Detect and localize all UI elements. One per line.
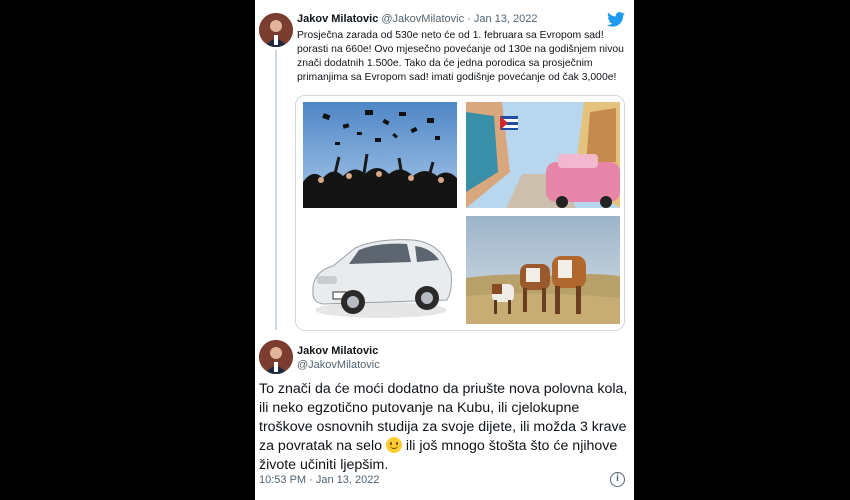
white-car-photo[interactable] [303,216,457,324]
author-name[interactable]: Jakov Milatovic [297,345,378,357]
tweet-text: Prosječna zarada od 530e neto će od 1. f… [297,30,624,83]
graduation-photo[interactable] [303,102,457,208]
tweet-header: Jakov Milatovic @JakovMilatovic · Jan 13… [297,13,537,25]
havana-street-photo[interactable] [466,102,620,208]
twitter-bird-icon[interactable] [607,12,625,27]
tweet-card: Jakov Milatovic @JakovMilatovic · Jan 13… [255,0,634,500]
media-grid [295,95,625,331]
tweet-text: To znači da će moći dodatno da priušte n… [259,380,631,475]
info-icon[interactable]: i [610,472,625,487]
cows-photo[interactable] [466,216,620,324]
thread-line [275,50,277,330]
avatar[interactable] [259,13,293,47]
author-meta: @JakovMilatovic · Jan 13, 2022 [381,13,538,25]
author-name[interactable]: Jakov Milatovic [297,13,378,25]
author-handle[interactable]: @JakovMilatovic [297,359,380,371]
avatar[interactable] [259,340,293,374]
tweet-timestamp[interactable]: 10:53 PM · Jan 13, 2022 [259,474,379,486]
smile-emoji-icon [385,437,402,453]
